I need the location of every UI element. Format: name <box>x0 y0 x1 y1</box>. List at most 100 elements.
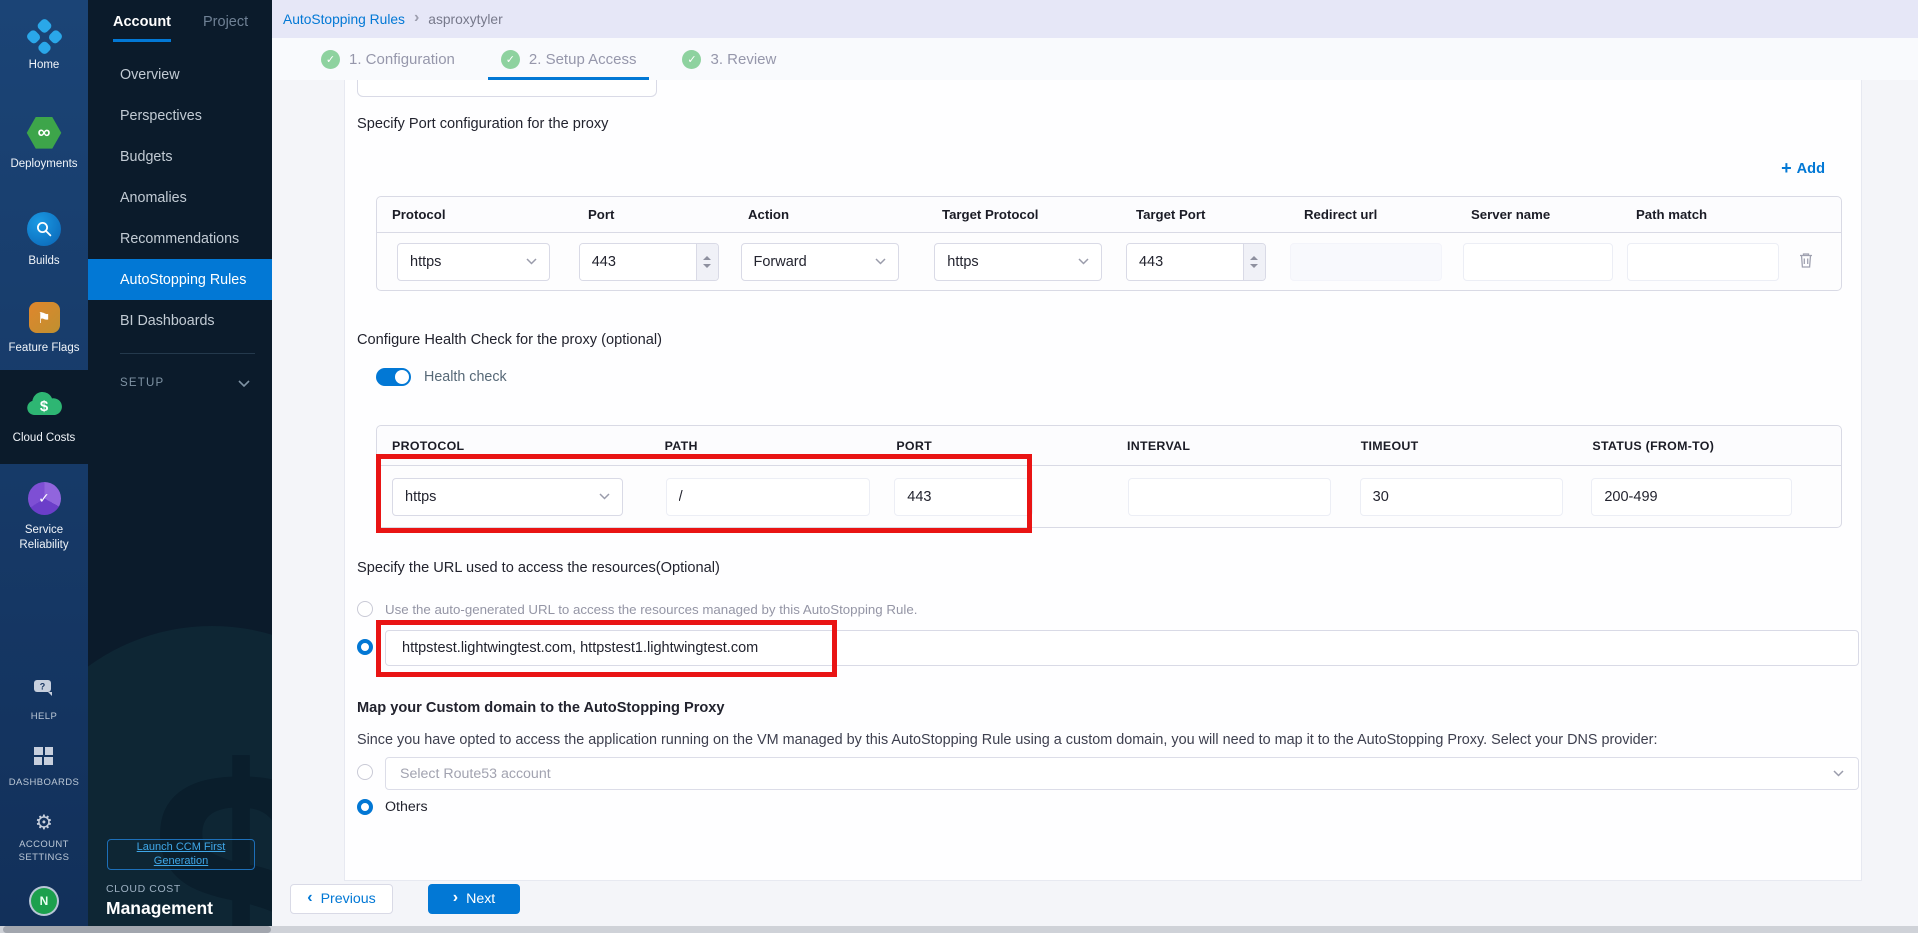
next-button[interactable]: › Next <box>428 884 520 914</box>
step-review[interactable]: ✓ 3. Review <box>669 38 789 80</box>
rail-item-home[interactable]: Home <box>0 0 88 96</box>
svg-text:$: $ <box>40 398 49 415</box>
dashboards-button[interactable]: DASHBOARDS <box>4 747 84 789</box>
route53-option <box>357 764 373 780</box>
scrollbar-thumb[interactable] <box>3 926 271 933</box>
sidebar-item-anomalies[interactable]: Anomalies <box>88 177 272 218</box>
port-table-header: Protocol Port Action Target Protocol Tar… <box>377 197 1841 233</box>
gear-icon: ⚙ <box>35 813 53 833</box>
sidebar-item-perspectives[interactable]: Perspectives <box>88 95 272 136</box>
number-stepper[interactable] <box>696 244 718 280</box>
rail-item-builds[interactable]: Builds <box>0 192 88 288</box>
port-config-table: Protocol Port Action Target Protocol Tar… <box>376 196 1842 291</box>
user-avatar[interactable]: N <box>31 888 57 914</box>
sidebar-item-budgets[interactable]: Budgets <box>88 136 272 177</box>
previous-button[interactable]: ‹ Previous <box>290 884 393 914</box>
rail-item-deployments[interactable]: ∞ Deployments <box>0 96 88 192</box>
rail-item-label: Builds <box>3 254 85 268</box>
col-target-port: Target Port <box>1121 207 1289 222</box>
rail-item-label: Cloud Costs <box>3 431 85 445</box>
submenu-divider <box>120 353 255 354</box>
number-stepper[interactable] <box>1243 244 1265 280</box>
port-input[interactable] <box>580 244 696 280</box>
account-settings-button[interactable]: ⚙ ACCOUNT SETTINGS <box>4 813 84 864</box>
chevron-right-icon: › <box>453 890 458 906</box>
step-label: 2. Setup Access <box>529 51 637 68</box>
custom-url-radio[interactable] <box>357 639 373 655</box>
submenu-list: Overview Perspectives Budgets Anomalies … <box>88 54 272 400</box>
server-name-input[interactable] <box>1463 243 1613 281</box>
breadcrumb-parent-link[interactable]: AutoStopping Rules <box>283 12 405 27</box>
setup-access-panel: Specify Port configuration for the proxy… <box>344 80 1862 881</box>
path-match-input[interactable] <box>1627 243 1779 281</box>
sidebar-item-autostopping-rules[interactable]: AutoStopping Rules <box>88 259 272 300</box>
rail-item-feature-flags[interactable]: ⚑ Feature Flags <box>0 288 88 370</box>
help-button[interactable]: ? HELP <box>4 679 84 723</box>
col-target-protocol: Target Protocol <box>927 207 1121 222</box>
hc-protocol-select[interactable]: https <box>392 478 623 516</box>
others-radio[interactable] <box>357 799 373 815</box>
hc-status-input[interactable] <box>1591 478 1792 516</box>
delete-row-button[interactable] <box>1794 247 1818 276</box>
port-table-row: https Forward <box>377 233 1841 290</box>
app-root: Home ∞ Deployments Builds ⚑ Feature Flag… <box>0 0 1918 939</box>
scrolled-input-partial[interactable] <box>357 80 657 97</box>
util-label: DASHBOARDS <box>4 777 84 789</box>
route53-account-select[interactable]: Select Route53 account <box>385 757 1859 790</box>
health-table-row: https <box>377 466 1841 527</box>
auto-url-radio[interactable] <box>357 601 373 617</box>
col-protocol: Protocol <box>377 207 573 222</box>
col-hc-interval: INTERVAL <box>1112 439 1346 453</box>
horizontal-scrollbar[interactable] <box>0 926 1918 933</box>
rail-item-cloud-costs[interactable]: $ Cloud Costs <box>0 370 88 464</box>
col-hc-port: PORT <box>881 439 1112 453</box>
hc-protocol-value: https <box>405 489 436 505</box>
add-port-row-button[interactable]: + Add <box>1781 160 1825 177</box>
col-hc-status: STATUS (FROM-TO) <box>1577 439 1841 453</box>
hc-interval-input[interactable] <box>1128 478 1331 516</box>
sidebar-item-recommendations[interactable]: Recommendations <box>88 218 272 259</box>
rail-item-service-reliability[interactable]: ✓ Service Reliability <box>0 464 88 570</box>
health-check-toggle-row: Health check <box>376 368 507 386</box>
others-option: Others <box>357 799 428 815</box>
feature-flags-icon: ⚑ <box>29 302 60 333</box>
tab-account[interactable]: Account <box>113 14 171 42</box>
protocol-select[interactable]: https <box>397 243 550 281</box>
hc-path-input[interactable] <box>666 478 870 516</box>
step-setup-access[interactable]: ✓ 2. Setup Access <box>488 38 650 80</box>
builds-icon <box>27 212 61 246</box>
target-protocol-value: https <box>947 254 978 270</box>
step-configuration[interactable]: ✓ 1. Configuration <box>308 38 468 80</box>
wizard-steps: ✓ 1. Configuration ✓ 2. Setup Access ✓ 3… <box>272 38 1918 80</box>
route53-radio[interactable] <box>357 764 373 780</box>
sidebar-item-overview[interactable]: Overview <box>88 54 272 95</box>
action-select[interactable]: Forward <box>741 243 899 281</box>
hc-timeout-input[interactable] <box>1360 478 1563 516</box>
rail-item-label: Feature Flags <box>3 341 85 355</box>
col-hc-timeout: TIMEOUT <box>1346 439 1578 453</box>
hc-port-input[interactable] <box>894 478 1033 516</box>
col-port: Port <box>573 207 733 222</box>
health-check-toggle[interactable] <box>376 368 411 386</box>
harness-logo-icon <box>25 18 63 56</box>
col-hc-path: PATH <box>650 439 882 453</box>
target-protocol-select[interactable]: https <box>934 243 1102 281</box>
chevron-down-icon <box>599 493 610 500</box>
chevron-down-icon <box>875 258 886 265</box>
chevron-down-icon <box>1833 770 1844 777</box>
svg-text:?: ? <box>40 681 46 691</box>
setup-section-toggle[interactable]: SETUP <box>88 366 272 400</box>
setup-label: SETUP <box>120 377 164 389</box>
sidebar-item-bi-dashboards[interactable]: BI Dashboards <box>88 300 272 341</box>
wizard-footer: ‹ Previous › Next <box>290 884 1918 914</box>
target-port-input[interactable] <box>1127 244 1243 280</box>
cloud-costs-icon: $ <box>24 388 64 423</box>
tab-project[interactable]: Project <box>203 14 248 42</box>
custom-url-input[interactable] <box>385 630 1859 666</box>
step-check-icon: ✓ <box>321 50 340 69</box>
rail-item-label: Deployments <box>3 157 85 171</box>
launch-ccm-first-gen-button[interactable]: Launch CCM First Generation <box>107 839 255 870</box>
redirect-url-input[interactable] <box>1290 243 1442 281</box>
previous-label: Previous <box>321 891 376 907</box>
rail-bottom-utilities: ? HELP DASHBOARDS ⚙ ACCOUNT SETTINGS N <box>0 679 88 926</box>
